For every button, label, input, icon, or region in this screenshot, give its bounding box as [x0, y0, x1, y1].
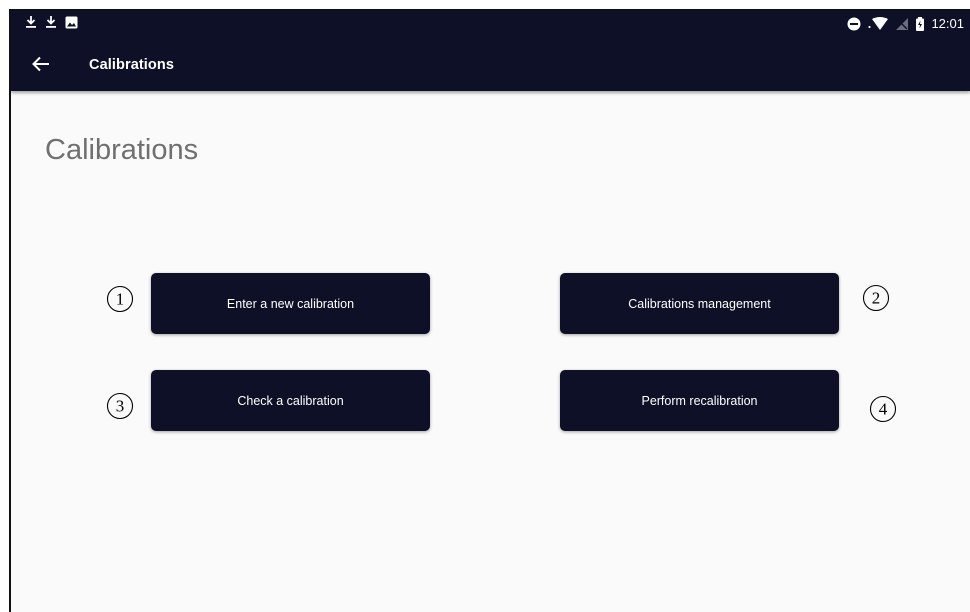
svg-text:2: 2: [872, 289, 881, 308]
svg-text:3: 3: [116, 397, 125, 416]
status-system-icons: 12:01: [847, 16, 964, 31]
back-button[interactable]: [27, 52, 55, 80]
marker-1: 1: [105, 284, 135, 314]
page-title: Calibrations: [45, 134, 199, 166]
svg-text:1: 1: [116, 290, 125, 309]
calibrations-management-button[interactable]: Calibrations management: [560, 273, 839, 334]
svg-text:4: 4: [879, 400, 888, 419]
arrow-left-icon: [32, 56, 50, 77]
status-notifications: [25, 15, 78, 29]
app-bar-title: Calibrations: [89, 57, 174, 73]
image-icon: [65, 16, 78, 29]
enter-new-calibration-button[interactable]: Enter a new calibration: [151, 273, 430, 334]
perform-recalibration-button[interactable]: Perform recalibration: [560, 370, 839, 431]
check-calibration-button[interactable]: Check a calibration: [151, 370, 430, 431]
do-not-disturb-icon: [847, 17, 861, 31]
no-signal-icon: [895, 17, 909, 31]
device-screen: 12:01 Calibrations Calibrations 1 Enter …: [9, 9, 970, 612]
status-bar: 12:01: [11, 10, 970, 40]
download-icon: [45, 15, 57, 29]
app-bar: Calibrations: [11, 40, 970, 91]
status-time: 12:01: [931, 16, 964, 31]
marker-4: 4: [868, 394, 898, 424]
marker-3: 3: [105, 391, 135, 421]
battery-icon: [915, 16, 925, 31]
wifi-icon: [867, 16, 889, 31]
marker-2: 2: [861, 283, 891, 313]
download-icon: [25, 15, 37, 29]
